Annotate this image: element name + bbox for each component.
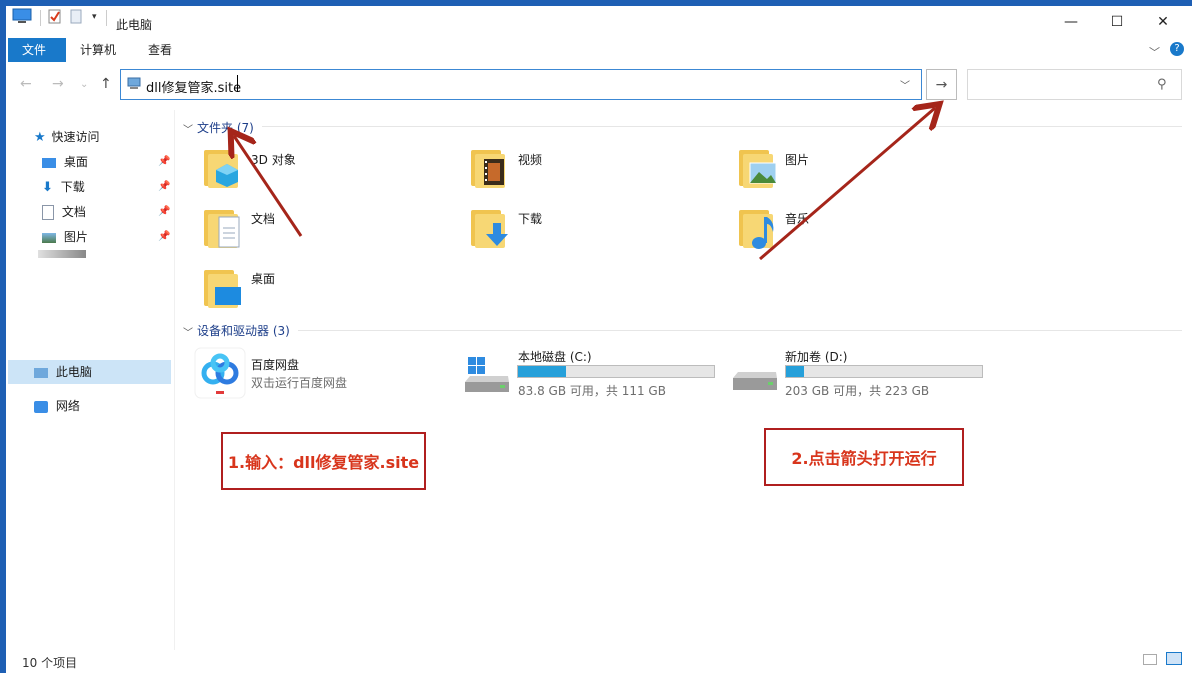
up-button[interactable]: ↑ (100, 76, 112, 92)
search-icon[interactable]: ⚲ (1157, 77, 1167, 92)
computer-icon (127, 77, 141, 89)
folder-name[interactable]: 音乐 (785, 210, 809, 227)
documents-folder-icon (204, 208, 240, 248)
drive-usage-bar (785, 365, 983, 378)
folder-name[interactable]: 视频 (518, 151, 542, 168)
text-cursor (237, 75, 238, 92)
sidebar-item-this-pc[interactable]: 此电脑 (34, 362, 92, 382)
pin-icon[interactable]: 📌 (158, 206, 170, 217)
back-button[interactable]: ← (20, 76, 32, 92)
annotation-step-2: 2.点击箭头打开运行 (764, 428, 964, 486)
new-folder-icon[interactable] (70, 8, 82, 24)
tab-view[interactable]: 查看 (134, 38, 186, 62)
customize-qa-dropdown-icon[interactable]: ▾ (92, 12, 97, 22)
help-icon[interactable]: ? (1170, 42, 1184, 56)
computer-icon[interactable] (12, 8, 32, 24)
status-item-count: 10 个项目 (22, 656, 78, 670)
pictures-icon (42, 232, 56, 243)
baidu-netdisk-icon (194, 347, 246, 399)
drive-name[interactable]: 新加卷 (D:) (785, 348, 847, 365)
group-divider (262, 126, 1182, 127)
sidebar-item-pictures[interactable]: 图片 (42, 227, 88, 247)
star-icon: ★ (34, 130, 46, 145)
maximize-button[interactable]: ☐ (1094, 6, 1140, 38)
title-bar (6, 6, 1192, 38)
sidebar-item-quick-access[interactable]: ★ 快速访问 (34, 127, 100, 147)
annotation-arrows (0, 0, 1192, 261)
details-view-icon[interactable] (1143, 654, 1157, 665)
videos-folder-icon (471, 148, 507, 188)
group-divider (298, 330, 1182, 331)
close-button[interactable]: ✕ (1140, 6, 1186, 38)
sidebar-item-downloads[interactable]: ⬇ 下载 (42, 177, 85, 197)
network-icon (34, 400, 48, 413)
music-folder-icon (739, 208, 775, 249)
document-icon (42, 205, 54, 220)
sidebar-item-documents[interactable]: 文档 (42, 202, 86, 222)
sidebar-item-desktop[interactable]: 桌面 (42, 152, 88, 172)
folder-name[interactable]: 下载 (518, 210, 542, 227)
drive-icon (733, 372, 777, 390)
recent-locations-icon[interactable]: ⌄ (80, 79, 88, 90)
downloads-folder-icon (471, 208, 508, 248)
properties-icon[interactable] (48, 8, 62, 24)
pin-icon[interactable]: 📌 (158, 181, 170, 192)
annotation-arrow-2 (759, 108, 935, 261)
large-icons-view-icon[interactable] (1166, 652, 1182, 665)
go-arrow-button[interactable]: → (926, 69, 957, 100)
computer-icon (34, 367, 48, 378)
address-input[interactable]: dll修复管家.site (146, 77, 241, 96)
blurred-sidebar-item (38, 250, 86, 258)
folder-name[interactable]: 桌面 (251, 270, 275, 287)
baidu-netdisk-desc: 双击运行百度网盘 (251, 376, 348, 390)
pin-icon[interactable]: 📌 (158, 231, 170, 242)
sidebar-item-network[interactable]: 网络 (34, 396, 80, 416)
drive-usage-fill (786, 366, 804, 377)
pin-icon[interactable]: 📌 (158, 156, 170, 167)
drive-usage-bar (517, 365, 715, 378)
collapse-group-icon[interactable]: ﹀ (183, 121, 193, 136)
expand-ribbon-icon[interactable]: ﹀ (1149, 44, 1160, 60)
folder-name[interactable]: 文档 (251, 210, 275, 227)
toolbar-divider (40, 10, 41, 26)
3d-objects-folder-icon (204, 148, 240, 188)
address-dropdown-icon[interactable]: ﹀ (900, 77, 910, 92)
folder-name[interactable]: 3D 对象 (251, 151, 296, 168)
forward-button[interactable]: → (52, 76, 64, 92)
windows-drive-icon (465, 357, 509, 392)
annotation-step-1: 1.输入：dll修复管家.site (221, 432, 426, 490)
drive-name[interactable]: 本地磁盘 (C:) (518, 348, 592, 365)
minimize-button[interactable]: — (1048, 6, 1094, 38)
baidu-netdisk-name[interactable]: 百度网盘 (251, 356, 299, 373)
tab-file[interactable]: 文件 (8, 38, 66, 62)
folder-name[interactable]: 图片 (785, 151, 809, 168)
collapse-group-icon[interactable]: ﹀ (183, 324, 193, 339)
toolbar-divider (106, 10, 107, 26)
window-title: 此电脑 (116, 18, 153, 32)
tab-computer[interactable]: 计算机 (66, 38, 130, 62)
group-title-devices[interactable]: 设备和驱动器 (3) (197, 322, 290, 339)
desktop-folder-icon (204, 268, 241, 308)
group-title-folders[interactable]: 文件夹 (7) (197, 119, 254, 136)
drive-space-info: 83.8 GB 可用，共 111 GB (518, 384, 666, 398)
drive-space-info: 203 GB 可用，共 223 GB (785, 384, 930, 398)
search-input[interactable] (967, 69, 1182, 100)
download-icon: ⬇ (42, 180, 53, 195)
pictures-folder-icon (739, 148, 777, 188)
drive-usage-fill (518, 366, 567, 377)
desktop-icon (42, 157, 56, 168)
